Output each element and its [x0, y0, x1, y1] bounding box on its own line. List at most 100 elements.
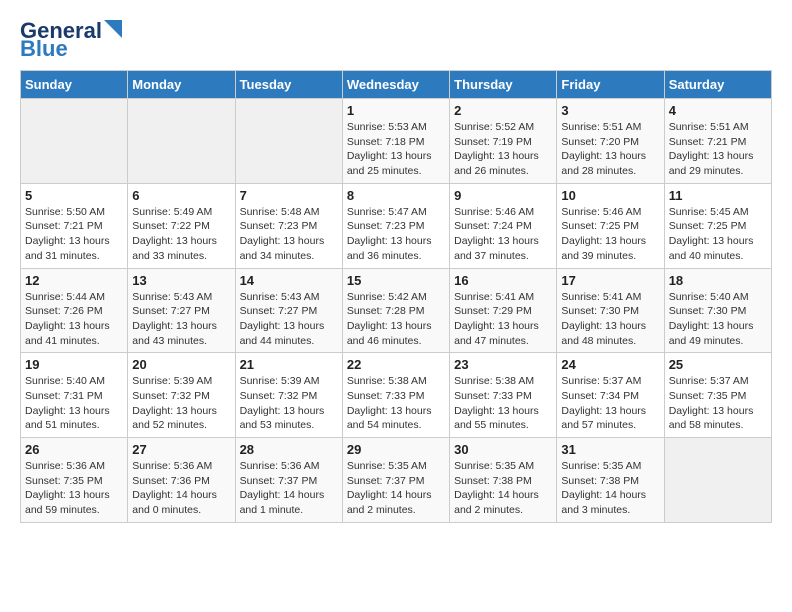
calendar-cell: 9 Sunrise: 5:46 AM Sunset: 7:24 PM Daylig…: [450, 183, 557, 268]
day-number: 13: [132, 273, 230, 288]
calendar-header-row: SundayMondayTuesdayWednesdayThursdayFrid…: [21, 71, 772, 99]
day-info: Sunrise: 5:46 AM Sunset: 7:24 PM Dayligh…: [454, 205, 552, 264]
day-number: 11: [669, 188, 767, 203]
day-number: 15: [347, 273, 445, 288]
calendar-cell: 10 Sunrise: 5:46 AM Sunset: 7:25 PM Dayli…: [557, 183, 664, 268]
day-number: 1: [347, 103, 445, 118]
day-info: Sunrise: 5:42 AM Sunset: 7:28 PM Dayligh…: [347, 290, 445, 349]
calendar-week-row: 5 Sunrise: 5:50 AM Sunset: 7:21 PM Daylig…: [21, 183, 772, 268]
day-info: Sunrise: 5:37 AM Sunset: 7:34 PM Dayligh…: [561, 374, 659, 433]
day-number: 3: [561, 103, 659, 118]
day-number: 26: [25, 442, 123, 457]
calendar-header-sunday: Sunday: [21, 71, 128, 99]
day-number: 6: [132, 188, 230, 203]
calendar-week-row: 1 Sunrise: 5:53 AM Sunset: 7:18 PM Daylig…: [21, 99, 772, 184]
calendar-week-row: 12Sunrise: 5:44 AM Sunset: 7:26 PM Dayli…: [21, 268, 772, 353]
day-info: Sunrise: 5:36 AM Sunset: 7:36 PM Dayligh…: [132, 459, 230, 518]
calendar-cell: 11 Sunrise: 5:45 AM Sunset: 7:25 PM Dayli…: [664, 183, 771, 268]
day-info: Sunrise: 5:46 AM Sunset: 7:25 PM Dayligh…: [561, 205, 659, 264]
day-number: 17: [561, 273, 659, 288]
calendar-cell: 30 Sunrise: 5:35 AM Sunset: 7:38 PM Dayli…: [450, 438, 557, 523]
day-number: 31: [561, 442, 659, 457]
day-info: Sunrise: 5:41 AM Sunset: 7:29 PM Dayligh…: [454, 290, 552, 349]
calendar-cell: 18Sunrise: 5:40 AM Sunset: 7:30 PM Dayli…: [664, 268, 771, 353]
day-number: 29: [347, 442, 445, 457]
day-number: 24: [561, 357, 659, 372]
day-info: Sunrise: 5:43 AM Sunset: 7:27 PM Dayligh…: [240, 290, 338, 349]
calendar-cell: 17 Sunrise: 5:41 AM Sunset: 7:30 PM Dayli…: [557, 268, 664, 353]
calendar-cell: 3 Sunrise: 5:51 AM Sunset: 7:20 PM Daylig…: [557, 99, 664, 184]
day-number: 5: [25, 188, 123, 203]
day-info: Sunrise: 5:38 AM Sunset: 7:33 PM Dayligh…: [454, 374, 552, 433]
calendar-cell: [235, 99, 342, 184]
day-number: 2: [454, 103, 552, 118]
day-info: Sunrise: 5:45 AM Sunset: 7:25 PM Dayligh…: [669, 205, 767, 264]
calendar-header-tuesday: Tuesday: [235, 71, 342, 99]
day-info: Sunrise: 5:35 AM Sunset: 7:38 PM Dayligh…: [454, 459, 552, 518]
calendar-cell: 25 Sunrise: 5:37 AM Sunset: 7:35 PM Dayli…: [664, 353, 771, 438]
day-number: 9: [454, 188, 552, 203]
calendar-cell: 1 Sunrise: 5:53 AM Sunset: 7:18 PM Daylig…: [342, 99, 449, 184]
page-header: General Blue: [20, 20, 772, 60]
day-info: Sunrise: 5:40 AM Sunset: 7:30 PM Dayligh…: [669, 290, 767, 349]
day-info: Sunrise: 5:51 AM Sunset: 7:21 PM Dayligh…: [669, 120, 767, 179]
day-info: Sunrise: 5:50 AM Sunset: 7:21 PM Dayligh…: [25, 205, 123, 264]
calendar-cell: 24 Sunrise: 5:37 AM Sunset: 7:34 PM Dayli…: [557, 353, 664, 438]
calendar-header-thursday: Thursday: [450, 71, 557, 99]
day-number: 12: [25, 273, 123, 288]
day-number: 21: [240, 357, 338, 372]
calendar-cell: 26 Sunrise: 5:36 AM Sunset: 7:35 PM Dayli…: [21, 438, 128, 523]
calendar-cell: 20 Sunrise: 5:39 AM Sunset: 7:32 PM Dayli…: [128, 353, 235, 438]
calendar-header-monday: Monday: [128, 71, 235, 99]
calendar-cell: 29 Sunrise: 5:35 AM Sunset: 7:37 PM Dayli…: [342, 438, 449, 523]
day-info: Sunrise: 5:35 AM Sunset: 7:38 PM Dayligh…: [561, 459, 659, 518]
calendar-cell: [21, 99, 128, 184]
calendar-cell: 16 Sunrise: 5:41 AM Sunset: 7:29 PM Dayli…: [450, 268, 557, 353]
day-info: Sunrise: 5:39 AM Sunset: 7:32 PM Dayligh…: [240, 374, 338, 433]
day-info: Sunrise: 5:36 AM Sunset: 7:35 PM Dayligh…: [25, 459, 123, 518]
calendar-cell: 27 Sunrise: 5:36 AM Sunset: 7:36 PM Dayli…: [128, 438, 235, 523]
day-number: 7: [240, 188, 338, 203]
day-info: Sunrise: 5:38 AM Sunset: 7:33 PM Dayligh…: [347, 374, 445, 433]
calendar-cell: 5 Sunrise: 5:50 AM Sunset: 7:21 PM Daylig…: [21, 183, 128, 268]
day-number: 27: [132, 442, 230, 457]
day-number: 8: [347, 188, 445, 203]
calendar-cell: 7 Sunrise: 5:48 AM Sunset: 7:23 PM Daylig…: [235, 183, 342, 268]
day-info: Sunrise: 5:52 AM Sunset: 7:19 PM Dayligh…: [454, 120, 552, 179]
day-info: Sunrise: 5:47 AM Sunset: 7:23 PM Dayligh…: [347, 205, 445, 264]
day-number: 10: [561, 188, 659, 203]
calendar-cell: 12Sunrise: 5:44 AM Sunset: 7:26 PM Dayli…: [21, 268, 128, 353]
calendar-week-row: 26 Sunrise: 5:36 AM Sunset: 7:35 PM Dayli…: [21, 438, 772, 523]
day-info: Sunrise: 5:51 AM Sunset: 7:20 PM Dayligh…: [561, 120, 659, 179]
day-info: Sunrise: 5:48 AM Sunset: 7:23 PM Dayligh…: [240, 205, 338, 264]
calendar-cell: [128, 99, 235, 184]
calendar-cell: 6 Sunrise: 5:49 AM Sunset: 7:22 PM Daylig…: [128, 183, 235, 268]
day-info: Sunrise: 5:37 AM Sunset: 7:35 PM Dayligh…: [669, 374, 767, 433]
day-number: 28: [240, 442, 338, 457]
calendar-cell: 19Sunrise: 5:40 AM Sunset: 7:31 PM Dayli…: [21, 353, 128, 438]
calendar-cell: 31 Sunrise: 5:35 AM Sunset: 7:38 PM Dayli…: [557, 438, 664, 523]
calendar-cell: 2 Sunrise: 5:52 AM Sunset: 7:19 PM Daylig…: [450, 99, 557, 184]
calendar-header-saturday: Saturday: [664, 71, 771, 99]
calendar-week-row: 19Sunrise: 5:40 AM Sunset: 7:31 PM Dayli…: [21, 353, 772, 438]
day-number: 30: [454, 442, 552, 457]
day-info: Sunrise: 5:49 AM Sunset: 7:22 PM Dayligh…: [132, 205, 230, 264]
calendar-cell: [664, 438, 771, 523]
day-number: 16: [454, 273, 552, 288]
calendar-cell: 15 Sunrise: 5:42 AM Sunset: 7:28 PM Dayli…: [342, 268, 449, 353]
day-info: Sunrise: 5:35 AM Sunset: 7:37 PM Dayligh…: [347, 459, 445, 518]
day-number: 22: [347, 357, 445, 372]
day-info: Sunrise: 5:53 AM Sunset: 7:18 PM Dayligh…: [347, 120, 445, 179]
calendar-header-wednesday: Wednesday: [342, 71, 449, 99]
day-number: 14: [240, 273, 338, 288]
day-info: Sunrise: 5:39 AM Sunset: 7:32 PM Dayligh…: [132, 374, 230, 433]
day-number: 25: [669, 357, 767, 372]
logo-arrow-icon: [104, 20, 122, 38]
calendar-cell: 4 Sunrise: 5:51 AM Sunset: 7:21 PM Daylig…: [664, 99, 771, 184]
calendar-cell: 8 Sunrise: 5:47 AM Sunset: 7:23 PM Daylig…: [342, 183, 449, 268]
day-number: 20: [132, 357, 230, 372]
day-info: Sunrise: 5:41 AM Sunset: 7:30 PM Dayligh…: [561, 290, 659, 349]
calendar-cell: 23Sunrise: 5:38 AM Sunset: 7:33 PM Dayli…: [450, 353, 557, 438]
day-number: 4: [669, 103, 767, 118]
calendar-cell: 28Sunrise: 5:36 AM Sunset: 7:37 PM Dayli…: [235, 438, 342, 523]
